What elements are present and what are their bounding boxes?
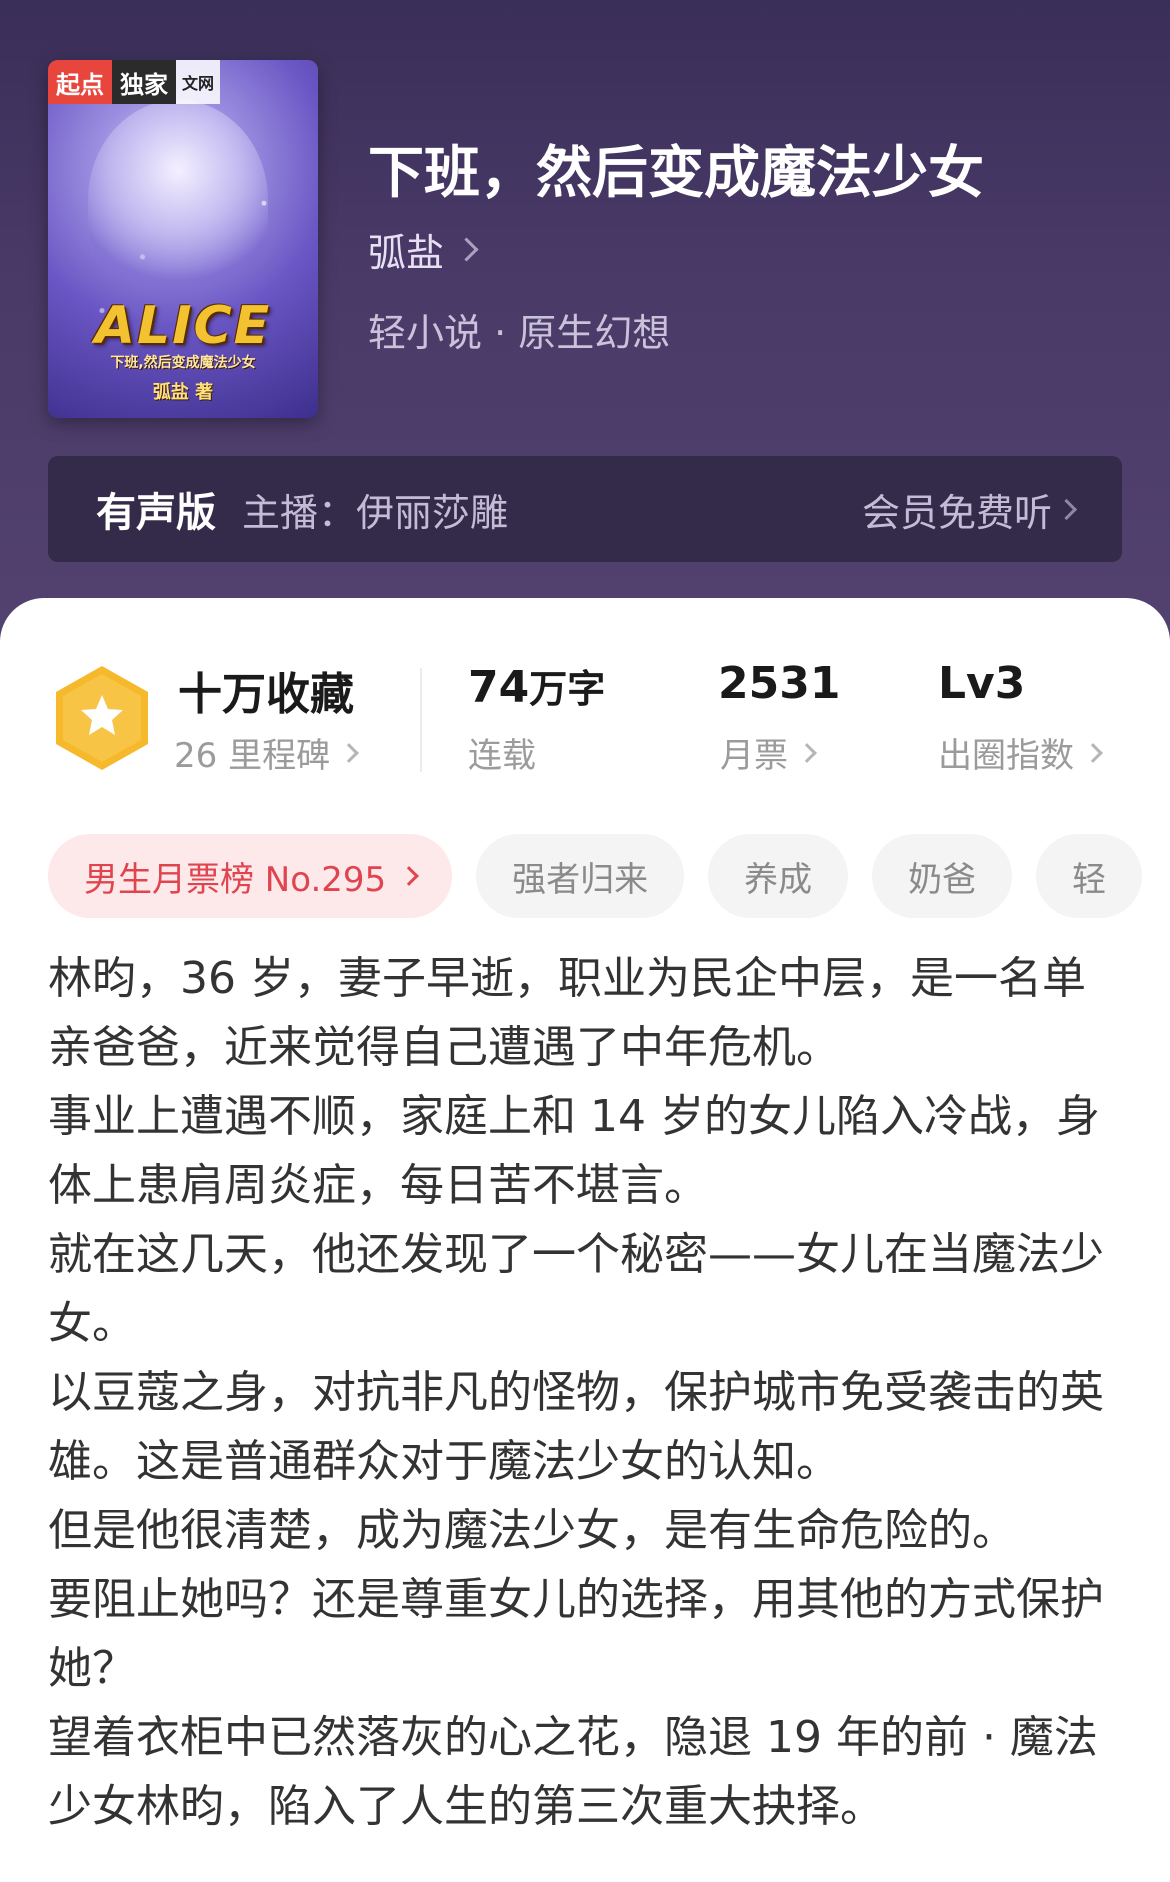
badge-site: 文网 xyxy=(176,60,221,104)
stats-row: 十万收藏 26 里程碑 74万字 连载 2531 月票 Lv3 出圈指数 xyxy=(0,658,1170,788)
influence-level: Lv3 xyxy=(938,658,1026,709)
description-paragraph: 就在这几天，他还发现了一个秘密——女儿在当魔法少女。 xyxy=(48,1229,1104,1349)
tag-item[interactable]: 奶爸 xyxy=(872,834,1013,918)
serial-status: 连载 xyxy=(468,728,536,777)
tag-list: 男生月票榜 No.295 强者归来 养成 奶爸轻 xyxy=(48,834,1170,918)
cover-title-art: ALICE xyxy=(94,296,272,356)
monthly-votes-count: 2531 xyxy=(718,658,841,709)
author-link[interactable]: 弧盐 xyxy=(368,222,479,277)
book-info-card: 十万收藏 26 里程碑 74万字 连载 2531 月票 Lv3 出圈指数 男生月… xyxy=(0,598,1170,1882)
serial-status-label: 连载 xyxy=(468,736,536,776)
favorites-count: 十万收藏 xyxy=(178,669,354,720)
book-cover[interactable]: 起点 独家 文网 ALICE 下班,然后变成魔法少女 弧盐 著 xyxy=(48,60,318,418)
description-paragraph: 但是他很清楚，成为魔法少女，是有生命危险的。 xyxy=(48,1505,1016,1556)
word-count: 74万字 xyxy=(468,658,605,713)
audio-version-bar[interactable]: 有声版 主播：伊丽莎雕 会员免费听 xyxy=(48,456,1122,562)
tag-item[interactable]: 养成 xyxy=(708,834,849,918)
stats-divider xyxy=(420,668,422,772)
monthly-votes-label: 月票 xyxy=(720,736,788,776)
audio-host: 主播：伊丽莎雕 xyxy=(242,490,509,535)
milestones-label: 26 里程碑 xyxy=(174,736,331,776)
description-paragraph: 望着衣柜中已然落灰的心之花，隐退 19 年的前 · 魔法少女林昀，陷入了人生的第… xyxy=(48,1712,1098,1832)
description-paragraph: 林昀，36 岁，妻子早逝，职业为民企中层，是一名单亲爸爸，近来觉得自己遭遇了中年… xyxy=(48,953,1086,1073)
audio-label: 有声版 xyxy=(96,490,216,536)
book-title: 下班，然后变成魔法少女 xyxy=(368,141,984,206)
tag-item[interactable]: 强者归来 xyxy=(476,834,685,918)
chevron-right-icon xyxy=(399,866,420,886)
chevron-right-icon xyxy=(797,742,817,763)
book-detail-page: 起点 独家 文网 ALICE 下班,然后变成魔法少女 弧盐 著 下班，然后变成魔… xyxy=(0,0,1170,1882)
monthly-votes-link[interactable]: 月票 xyxy=(720,728,817,777)
badge-qidian: 起点 xyxy=(48,60,112,104)
word-count-unit: 万字 xyxy=(529,667,606,711)
rank-tag-label: 男生月票榜 No.295 xyxy=(84,859,387,900)
description-paragraph: 事业上遭遇不顺，家庭上和 14 岁的女儿陷入冷战，身体上患肩周炎症，每日苦不堪言… xyxy=(48,1091,1100,1211)
badge-exclusive: 独家 xyxy=(112,60,176,104)
book-header: 起点 独家 文网 ALICE 下班,然后变成魔法少女 弧盐 著 下班，然后变成魔… xyxy=(0,0,1170,640)
milestones-link[interactable]: 26 里程碑 xyxy=(174,728,359,777)
chevron-right-icon xyxy=(1083,742,1103,763)
member-free-listen[interactable]: 会员免费听 xyxy=(862,456,1052,562)
tag-item[interactable]: 轻 xyxy=(1036,834,1143,918)
cover-subtitle: 下班,然后变成魔法少女 xyxy=(110,355,256,371)
chevron-right-icon xyxy=(454,237,479,262)
description-paragraph: 要阻止她吗？还是尊重女儿的选择，用其他的方式保护她？ xyxy=(48,1574,1104,1694)
rank-tag[interactable]: 男生月票榜 No.295 xyxy=(48,834,453,918)
chevron-right-icon xyxy=(339,742,359,763)
book-description: 林昀，36 岁，妻子早逝，职业为民企中层，是一名单亲爸爸，近来觉得自己遭遇了中年… xyxy=(48,944,1128,1841)
chevron-right-icon xyxy=(1055,498,1078,521)
word-count-number: 74 xyxy=(468,662,530,713)
description-paragraph: 以豆蔻之身，对抗非凡的怪物，保护城市免受袭击的英雄。这是普通群众对于魔法少女的认… xyxy=(48,1367,1104,1487)
cover-author: 弧盐 著 xyxy=(152,382,214,403)
influence-index-link[interactable]: 出圈指数 xyxy=(938,728,1103,777)
star-medal-icon xyxy=(56,666,148,770)
book-genre: 轻小说 · 原生幻想 xyxy=(368,311,671,355)
author-name: 弧盐 xyxy=(368,231,445,275)
influence-index-label: 出圈指数 xyxy=(938,736,1074,776)
cover-badge: 起点 独家 文网 xyxy=(48,60,221,104)
